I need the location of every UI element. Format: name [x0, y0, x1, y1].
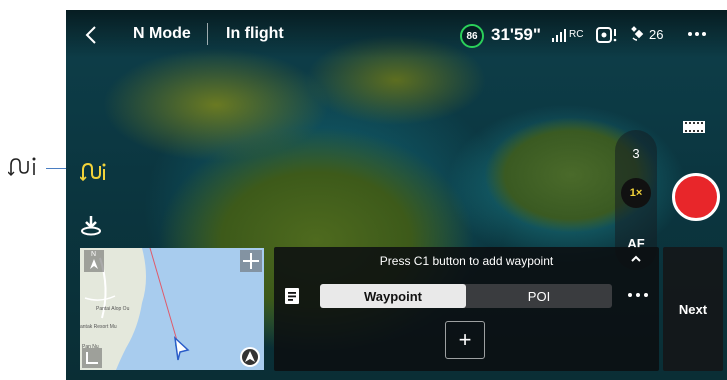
battery-percent: 86	[466, 30, 478, 42]
map-orientation-icon[interactable]	[240, 347, 260, 367]
waypoint-route-legend-icon	[8, 155, 42, 177]
next-button-label: Next	[678, 301, 708, 317]
return-to-home-icon[interactable]	[80, 214, 102, 236]
map-resize-icon[interactable]	[82, 348, 102, 368]
waypoint-list-icon[interactable]	[285, 288, 299, 304]
waypoint-flight-icon[interactable]	[80, 160, 106, 184]
panel-more-icon[interactable]	[627, 291, 649, 299]
add-waypoint-label: +	[458, 327, 472, 352]
satellite-icon	[631, 26, 647, 42]
map-expand-icon[interactable]	[240, 250, 262, 272]
flight-status-label: In flight	[226, 25, 284, 42]
map-north-icon[interactable]: N	[84, 250, 104, 272]
more-dots-icon[interactable]	[687, 25, 707, 41]
flight-mode-label[interactable]: N Mode	[133, 25, 191, 43]
rc-label: RC	[569, 29, 584, 40]
zoom-option-1x-label: 1×	[629, 187, 643, 199]
mini-map[interactable]: Pantai Alop Ou antak Resort Mu Pan Nu N	[80, 248, 264, 370]
add-waypoint-button[interactable]: +	[445, 321, 485, 359]
zoom-option-3[interactable]: 3	[615, 146, 657, 161]
record-button[interactable]	[672, 173, 720, 221]
signal-strength-icon	[552, 29, 568, 42]
zoom-option-1x[interactable]: 1×	[621, 178, 651, 208]
flight-camera-view: N Mode In flight 86 31'59" RC 26 3 1× AF…	[66, 10, 727, 380]
battery-indicator: 86	[460, 24, 484, 48]
next-button[interactable]: Next	[663, 247, 723, 371]
video-mode-icon[interactable]	[683, 118, 705, 136]
map-label-place-2: antak Resort Mu	[80, 324, 117, 330]
header-divider	[207, 23, 208, 45]
satellite-count: 26	[649, 27, 664, 42]
map-label-place-1: Pantai Alop Ou	[96, 306, 130, 312]
obstacle-sensing-icon[interactable]	[596, 26, 618, 44]
flight-time-remaining: 31'59"	[491, 25, 541, 44]
back-chevron-icon[interactable]	[84, 25, 98, 45]
waypoint-hint-text: Press C1 button to add waypoint	[379, 254, 554, 268]
tab-poi[interactable]: POI	[466, 284, 612, 308]
tab-waypoint[interactable]: Waypoint	[320, 284, 466, 308]
collapse-chevron-icon[interactable]	[630, 254, 642, 264]
